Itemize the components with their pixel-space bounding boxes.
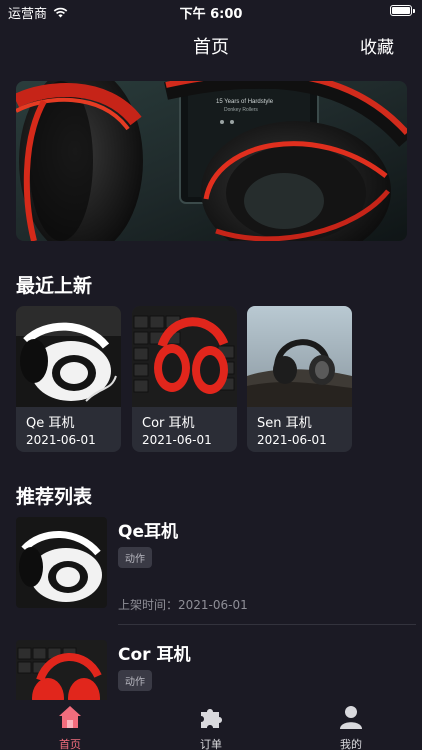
- home-icon: [57, 704, 83, 730]
- product-date: 2021-06-01: [26, 433, 96, 447]
- battery-icon: [390, 5, 415, 16]
- product-card[interactable]: Cor 耳机 2021-06-01: [132, 306, 237, 452]
- list-item[interactable]: Qe耳机 动作 上架时间：2021-06-01: [16, 517, 406, 617]
- product-name: Cor 耳机: [118, 645, 191, 665]
- favorites-button[interactable]: 收藏: [360, 33, 394, 58]
- product-name: Sen 耳机: [257, 416, 312, 431]
- product-card[interactable]: Qe 耳机 2021-06-01: [16, 306, 121, 452]
- status-time: 下午 6:00: [179, 7, 243, 22]
- user-icon: [338, 704, 364, 730]
- product-image: [16, 640, 107, 700]
- tab-label: 首页: [59, 738, 81, 750]
- tab-orders[interactable]: 订单: [171, 704, 251, 750]
- puzzle-icon: [198, 704, 224, 730]
- product-date: 2021-06-01: [257, 433, 327, 447]
- list-item[interactable]: Cor 耳机 动作: [16, 640, 406, 700]
- category-tag: 动作: [118, 547, 152, 568]
- divider: [118, 624, 416, 625]
- release-date: 上架时间：2021-06-01: [118, 598, 248, 612]
- tab-home[interactable]: 首页: [30, 704, 110, 750]
- tab-label: 订单: [200, 738, 222, 750]
- banner-image[interactable]: 15 Years of Hardstyle Donkey Rollers: [16, 81, 407, 241]
- page-title: 首页: [193, 37, 229, 58]
- product-name: Qe 耳机: [26, 416, 75, 431]
- category-tag: 动作: [118, 670, 152, 691]
- tab-bar: 首页 订单 我的: [0, 700, 422, 750]
- product-card[interactable]: Sen 耳机 2021-06-01: [247, 306, 352, 452]
- product-image: [16, 517, 107, 608]
- nav-bar: 首页 收藏: [0, 22, 422, 66]
- banner-screen-subtitle: Donkey Rollers: [224, 107, 258, 113]
- product-image: [132, 306, 237, 407]
- recommend-title: 推荐列表: [16, 486, 93, 508]
- tab-label: 我的: [340, 738, 362, 750]
- status-bar: 运营商 下午 6:00: [0, 0, 422, 22]
- product-image: [247, 306, 352, 407]
- new-arrivals-title: 最近上新: [16, 275, 93, 297]
- product-image: [16, 306, 121, 407]
- product-name: Qe耳机: [118, 522, 178, 542]
- product-date: 2021-06-01: [142, 433, 212, 447]
- product-name: Cor 耳机: [142, 416, 195, 431]
- tab-profile[interactable]: 我的: [311, 704, 391, 750]
- banner-screen-title: 15 Years of Hardstyle: [216, 99, 274, 105]
